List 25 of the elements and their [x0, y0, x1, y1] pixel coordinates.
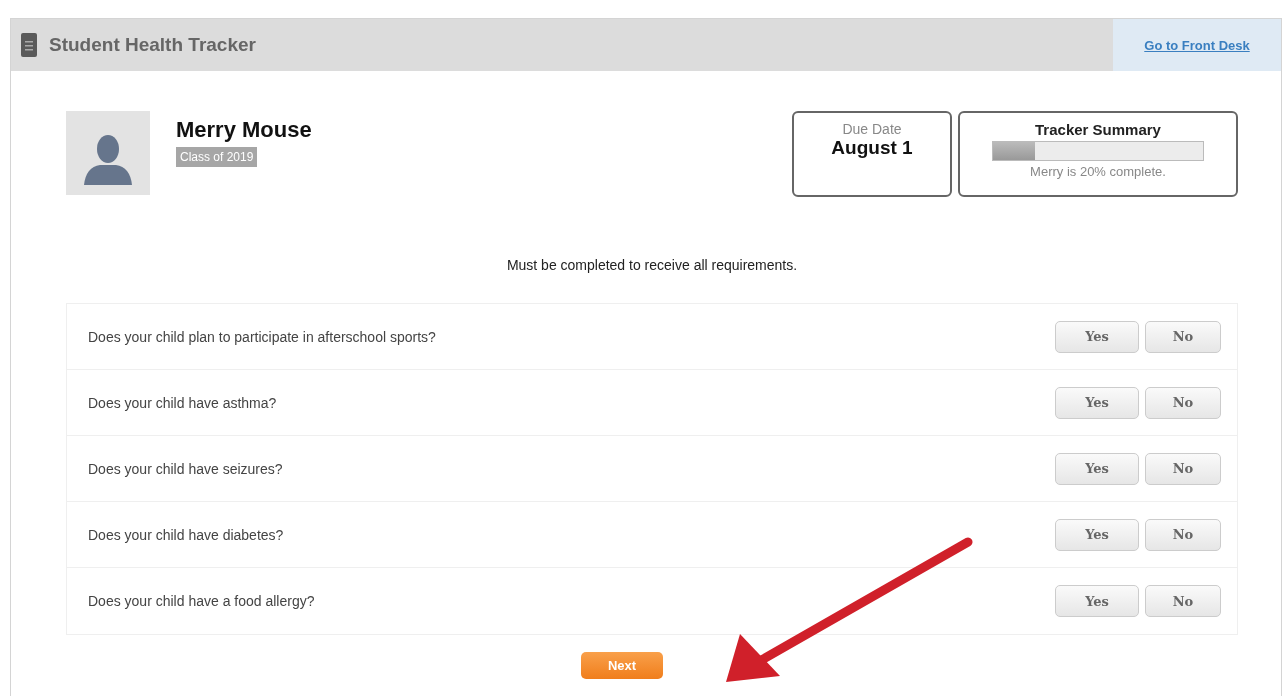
- yes-button[interactable]: Yes: [1055, 320, 1139, 353]
- question-text: Does your child have a food allergy?: [88, 593, 315, 609]
- no-button[interactable]: No: [1145, 320, 1221, 353]
- progress-caption: Merry is 20% complete.: [1030, 164, 1166, 179]
- question-text: Does your child have seizures?: [88, 460, 283, 477]
- question-text: Does your child have diabetes?: [88, 526, 284, 543]
- student-name: Merry Mouse: [176, 117, 312, 143]
- yes-button[interactable]: Yes: [1055, 386, 1139, 419]
- front-desk-link[interactable]: Go to Front Desk: [1144, 37, 1250, 53]
- page-title: Student Health Tracker: [49, 34, 256, 56]
- yes-button[interactable]: Yes: [1055, 585, 1139, 617]
- question-text: Does your child have asthma?: [88, 394, 277, 411]
- instruction-text: Must be completed to receive all requirements.: [505, 257, 799, 273]
- question-text: Does your child plan to participate in afterschool sports?: [88, 328, 436, 345]
- due-date-value: August 1: [831, 137, 913, 159]
- yes-button[interactable]: Yes: [1055, 518, 1139, 551]
- yes-button[interactable]: Yes: [1055, 452, 1139, 485]
- document-icon: [21, 33, 37, 57]
- due-date-label: Due Date: [842, 121, 902, 137]
- no-button[interactable]: No: [1145, 452, 1221, 485]
- no-button[interactable]: No: [1145, 585, 1221, 617]
- summary-title: Tracker Summary: [1035, 121, 1161, 138]
- no-button[interactable]: No: [1145, 386, 1221, 419]
- no-button[interactable]: No: [1145, 518, 1221, 551]
- class-badge: Class of 2019: [176, 147, 258, 167]
